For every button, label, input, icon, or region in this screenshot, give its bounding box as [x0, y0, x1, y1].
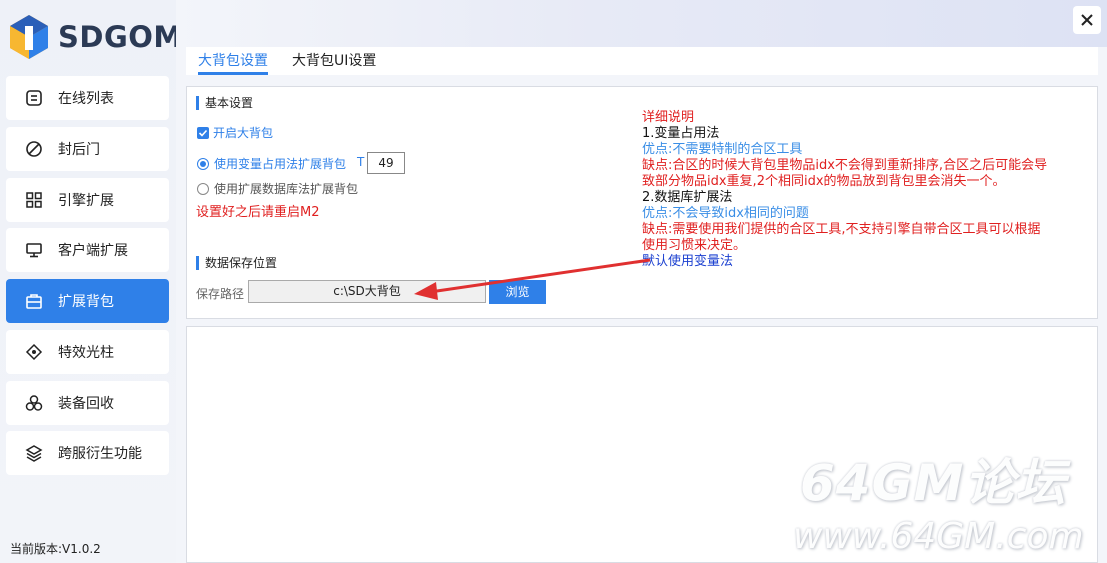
method1-con-line2: 致部分物品idx重复,2个相同idx的物品放到背包里会消失一个。 — [642, 174, 1006, 189]
app-logo: SDGOM — [8, 12, 183, 62]
sidebar-item-label: 特效光柱 — [58, 345, 114, 361]
database-method-radio[interactable]: 使用扩展数据库法扩展背包 — [197, 180, 358, 197]
close-button[interactable] — [1073, 6, 1101, 34]
watermark-url: www.64GM.com — [793, 516, 1084, 557]
method2-con-line2: 使用习惯来决定。 — [642, 238, 747, 253]
bag-icon — [24, 291, 44, 311]
variable-method-label: 使用变量占用法扩展背包 — [214, 157, 347, 171]
annotation-arrow-icon — [414, 258, 651, 300]
sidebar-item-label: 封后门 — [58, 142, 100, 158]
radio-dot — [197, 182, 209, 195]
path-label: 保存路径 — [196, 287, 245, 301]
method2-title: 2.数据库扩展法 — [642, 190, 733, 205]
sidebar-item-label: 引擎扩展 — [58, 193, 114, 209]
method1-con-line1: 缺点:合区的时候大背包里物品idx不会得到重新排序,合区之后可能会导 — [642, 158, 1048, 173]
variable-method-radio[interactable]: 使用变量占用法扩展背包 — [197, 155, 346, 172]
logo-icon — [10, 15, 48, 59]
t-value-input[interactable]: 49 — [367, 152, 405, 174]
tab-big-bag-ui-settings[interactable]: 大背包UI设置 — [280, 47, 388, 75]
version-label: 当前版本:V1.0.2 — [10, 542, 101, 556]
method2-con-line1: 缺点:需要使用我们提供的合区工具,不支持引擎自带合区工具可以根据 — [642, 222, 1041, 237]
sidebar-item-equipment-recycle[interactable]: 装备回收 — [6, 381, 169, 425]
recycle-icon — [24, 393, 44, 413]
restart-note: 设置好之后请重启M2 — [196, 205, 320, 220]
tab-big-bag-settings[interactable]: 大背包设置 — [186, 47, 280, 75]
help-description: 详细说明 1.变量占用法 优点:不需要特制的合区工具 缺点:合区的时候大背包里物… — [642, 110, 1092, 270]
sidebar-item-effect-beam[interactable]: 特效光柱 — [6, 330, 169, 374]
radio-dot — [197, 157, 209, 170]
checkmark-icon — [197, 126, 209, 139]
logo-text: SDGOM — [58, 20, 183, 54]
method2-pro: 优点:不会导致idx相同的问题 — [642, 206, 809, 221]
sidebar: SDGOM 在线列表 封后门 引擎扩展 客户端扩展 扩展背包 特效光柱 装备回收… — [0, 0, 182, 563]
list-icon — [24, 88, 44, 108]
database-method-label: 使用扩展数据库法扩展背包 — [214, 182, 359, 196]
sidebar-item-label: 客户端扩展 — [58, 243, 128, 259]
method1-pro: 优点:不需要特制的合区工具 — [642, 142, 803, 157]
title-bar — [176, 0, 1107, 47]
t-label: T — [357, 155, 365, 169]
close-icon — [1081, 14, 1093, 26]
storage-title: 数据保存位置 — [196, 256, 277, 270]
sidebar-item-cross-server[interactable]: 跨服衍生功能 — [6, 431, 169, 475]
tab-bar: 大背包设置 大背包UI设置 — [186, 47, 1098, 75]
grid-icon — [24, 190, 44, 210]
sidebar-item-label: 装备回收 — [58, 396, 114, 412]
block-icon — [24, 139, 44, 159]
sidebar-item-block-backdoor[interactable]: 封后门 — [6, 127, 169, 171]
enable-big-bag-label: 开启大背包 — [213, 126, 274, 140]
sparkle-icon — [24, 342, 44, 362]
monitor-icon — [24, 240, 44, 260]
basic-settings-title: 基本设置 — [196, 96, 253, 110]
method1-title: 1.变量占用法 — [642, 126, 720, 141]
sidebar-item-label: 扩展背包 — [58, 294, 114, 310]
default-note: 默认使用变量法 — [642, 254, 734, 269]
sidebar-item-label: 跨服衍生功能 — [58, 446, 142, 462]
sidebar-item-client-extension[interactable]: 客户端扩展 — [6, 228, 169, 272]
watermark-title: 64GM论坛 — [800, 454, 1067, 512]
sidebar-item-extend-bag[interactable]: 扩展背包 — [6, 279, 169, 323]
help-heading: 详细说明 — [642, 110, 695, 125]
sidebar-item-online-list[interactable]: 在线列表 — [6, 76, 169, 120]
sidebar-item-label: 在线列表 — [58, 91, 114, 107]
sidebar-item-engine-extension[interactable]: 引擎扩展 — [6, 178, 169, 222]
layers-icon — [24, 443, 44, 463]
enable-big-bag-checkbox[interactable]: 开启大背包 — [197, 124, 273, 141]
